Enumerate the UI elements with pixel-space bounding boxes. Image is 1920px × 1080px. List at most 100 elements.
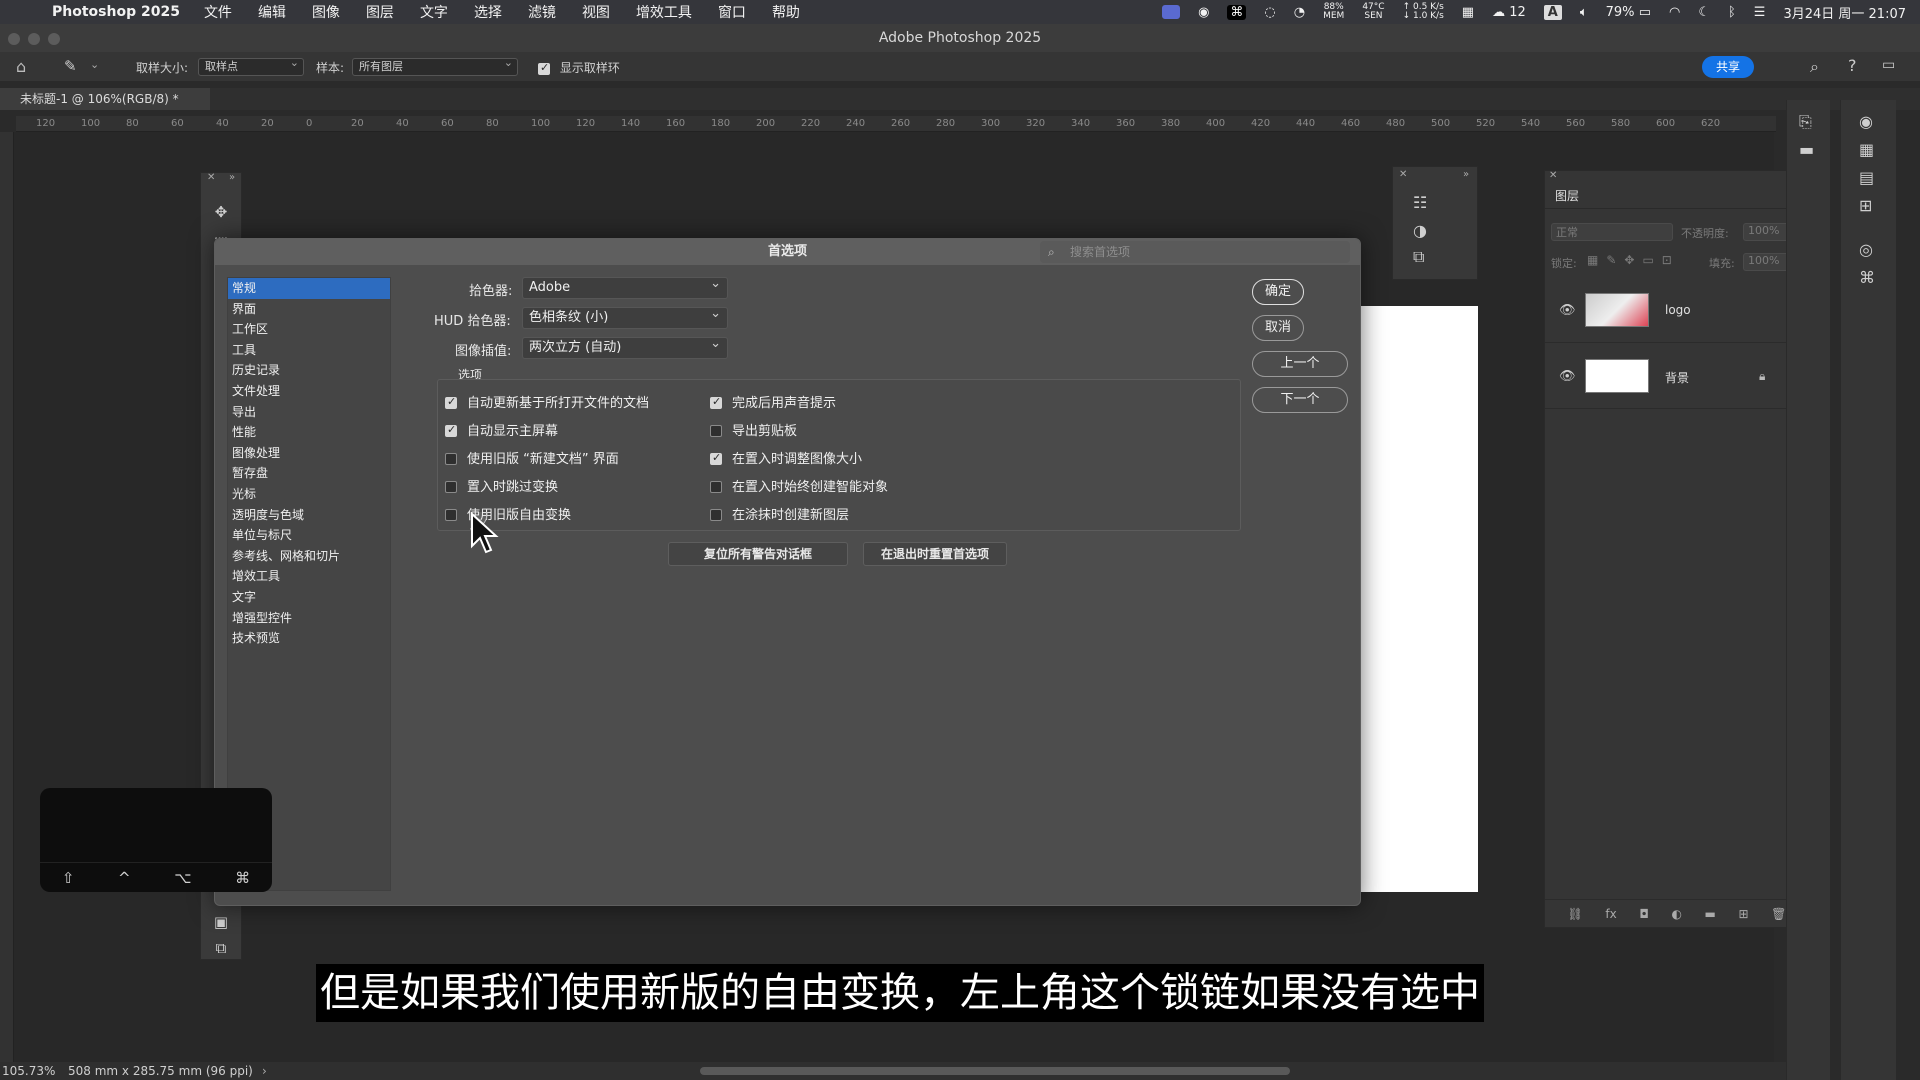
document-tab[interactable]: 未标题-1 @ 106%(RGB/8) * [0,88,210,110]
preferences-search-input[interactable]: ⌕ 搜索首选项 [1040,241,1350,263]
visibility-eye-icon[interactable]: 👁︎ [1559,369,1576,384]
clock[interactable]: 3月24日 周一 21:07 [1783,3,1906,22]
opt-skip-transform[interactable]: 置入时跳过变换 [445,476,558,495]
search-icon[interactable]: ⌕ [1810,57,1819,77]
add-mask-icon[interactable]: ◘ [1639,907,1649,921]
record-icon[interactable]: ◉ [1198,5,1209,20]
checkbox[interactable] [710,451,722,465]
menu-type[interactable]: 文字 [420,2,448,22]
command-icon[interactable]: ⌘ [1227,4,1247,20]
delete-layer-icon[interactable]: 🗑︎ [1771,907,1786,921]
move-tool-icon[interactable]: ✥ [211,203,231,221]
document-info[interactable]: 508 mm x 285.75 mm (96 ppi) [68,1062,253,1080]
menu-help[interactable]: 帮助 [772,2,800,22]
opt-show-home[interactable]: 自动显示主屏幕 [445,420,558,439]
screen-mode-icon[interactable]: ▣ [211,913,231,931]
checkbox[interactable] [710,480,722,493]
gradients-icon[interactable]: ▤ [1859,168,1874,187]
opt-auto-update[interactable]: 自动更新基于所打开文件的文档 [445,392,649,411]
nav-item-file-handling[interactable]: 文件处理 [228,381,390,402]
channels-icon[interactable]: ◎ [1859,240,1873,259]
menu-app-name[interactable]: Photoshop 2025 [52,4,180,20]
hud-picker-select[interactable]: 色相条纹 (小) [522,304,728,329]
nav-item-interface[interactable]: 界面 [228,299,390,320]
reset-warnings-button[interactable]: 复位所有警告对话框 [668,542,848,566]
nav-item-cursors[interactable]: 光标 [228,484,390,505]
history-icon[interactable]: ⎘ [1799,112,1812,132]
nav-item-type[interactable]: 文字 [228,587,390,608]
close-layers-panel-icon[interactable]: ✕ [1549,170,1557,181]
swatches-icon[interactable]: ▦ [1859,140,1874,159]
opt-export-clipboard[interactable]: 导出剪贴板 [710,420,797,439]
interpolation-select[interactable]: 两次立方 (自动) [522,334,728,359]
opt-always-smart-object[interactable]: 在置入时始终创建智能对象 [710,476,888,495]
visibility-eye-icon[interactable]: 👁︎ [1559,303,1576,318]
nav-item-enhanced-controls[interactable]: 增强型控件 [228,608,390,629]
nav-item-plugins[interactable]: 增效工具 [228,566,390,587]
battery-icon[interactable]: ▭ [1639,5,1651,20]
opt-legacy-free-transform[interactable]: 使用旧版自由变换 [445,504,571,523]
bluetooth-icon[interactable]: ᛒ [1728,5,1736,20]
ok-button[interactable]: 确定 [1252,279,1304,305]
adjustment-layer-icon[interactable]: ◐ [1671,907,1681,921]
sample-select[interactable]: 所有图层 [352,55,518,76]
volume-icon[interactable]: 🔈︎ [1580,5,1588,20]
layer-row-logo[interactable]: 👁︎ logo [1545,281,1809,343]
nav-item-history[interactable]: 历史记录 [228,360,390,381]
nav-item-scratch-disks[interactable]: 暂存盘 [228,463,390,484]
menu-file[interactable]: 文件 [204,2,232,22]
wifi-icon[interactable]: ◠ [1669,5,1680,20]
document-canvas[interactable] [1360,306,1478,892]
close-window-icon[interactable] [8,33,20,45]
nav-item-units-rulers[interactable]: 单位与标尺 [228,525,390,546]
menu-plugins[interactable]: 增效工具 [636,2,692,22]
menu-select[interactable]: 选择 [474,2,502,22]
zoom-level[interactable]: 105.73% [2,1062,55,1080]
blend-mode-select[interactable]: 正常 [1551,223,1673,241]
nav-item-image-processing[interactable]: 图像处理 [228,443,390,464]
nav-item-tools[interactable]: 工具 [228,340,390,361]
show-ring-checkbox[interactable] [538,61,550,75]
nav-item-tech-preview[interactable]: 技术预览 [228,628,390,649]
nav-item-guides-grid[interactable]: 参考线、网格和切片 [228,546,390,567]
zoom-window-icon[interactable] [48,33,60,45]
layer-row-background[interactable]: 👁︎ 背景 🔒︎ [1545,347,1809,409]
checkbox[interactable] [710,395,722,409]
opt-legacy-new-doc[interactable]: 使用旧版 “新建文档” 界面 [445,448,619,467]
menu-edit[interactable]: 编辑 [258,2,286,22]
opt-resize-on-place[interactable]: 在置入时调整图像大小 [710,448,862,467]
checkbox[interactable] [445,395,457,409]
opt-beep-when-done[interactable]: 完成后用声音提示 [710,392,836,411]
comments-icon[interactable]: ▬ [1799,140,1814,159]
status-chevron-icon[interactable]: › [262,1062,267,1080]
close-mini-panel-icon[interactable]: ✕ [1399,169,1407,180]
menu-image[interactable]: 图像 [312,2,340,22]
nav-item-performance[interactable]: 性能 [228,422,390,443]
link-layers-icon[interactable]: ⛓ [1568,907,1583,921]
prev-button[interactable]: 上一个 [1252,351,1348,377]
progress-ring-icon[interactable]: ◔ [1294,5,1305,20]
paths-icon[interactable]: ⌘ [1859,268,1875,287]
wechat-icon[interactable]: ☁ [1492,5,1505,20]
color-picker-select[interactable]: Adobe [522,274,728,299]
libraries-icon[interactable]: ⧉ [1413,247,1424,267]
tool-preset-chevron-icon[interactable]: ⌄ [90,58,99,71]
workspace-icon[interactable]: ▭ [1882,57,1895,73]
nav-item-general[interactable]: 常规 [228,278,390,299]
layer-name[interactable]: 背景 [1665,369,1689,386]
menu-window[interactable]: 窗口 [718,2,746,22]
share-button[interactable]: 共享 [1702,56,1754,78]
close-panel-icon[interactable]: ✕ [207,172,215,183]
checkbox[interactable] [445,423,457,437]
checkbox[interactable] [710,508,722,521]
nav-item-transparency[interactable]: 透明度与色域 [228,505,390,526]
expand-panel-icon[interactable]: » [229,172,235,183]
cancel-button[interactable]: 取消 [1252,315,1304,341]
checkbox[interactable] [445,452,457,465]
minimize-window-icon[interactable] [28,33,40,45]
collapse-mini-panel-icon[interactable]: » [1463,169,1469,180]
new-layer-icon[interactable]: ⊞ [1738,907,1748,921]
lock-options-icons[interactable]: ▦✎✥▭⊡ [1587,253,1680,267]
menu-filter[interactable]: 滤镜 [528,2,556,22]
sample-size-select[interactable]: 取样点 [198,55,304,76]
